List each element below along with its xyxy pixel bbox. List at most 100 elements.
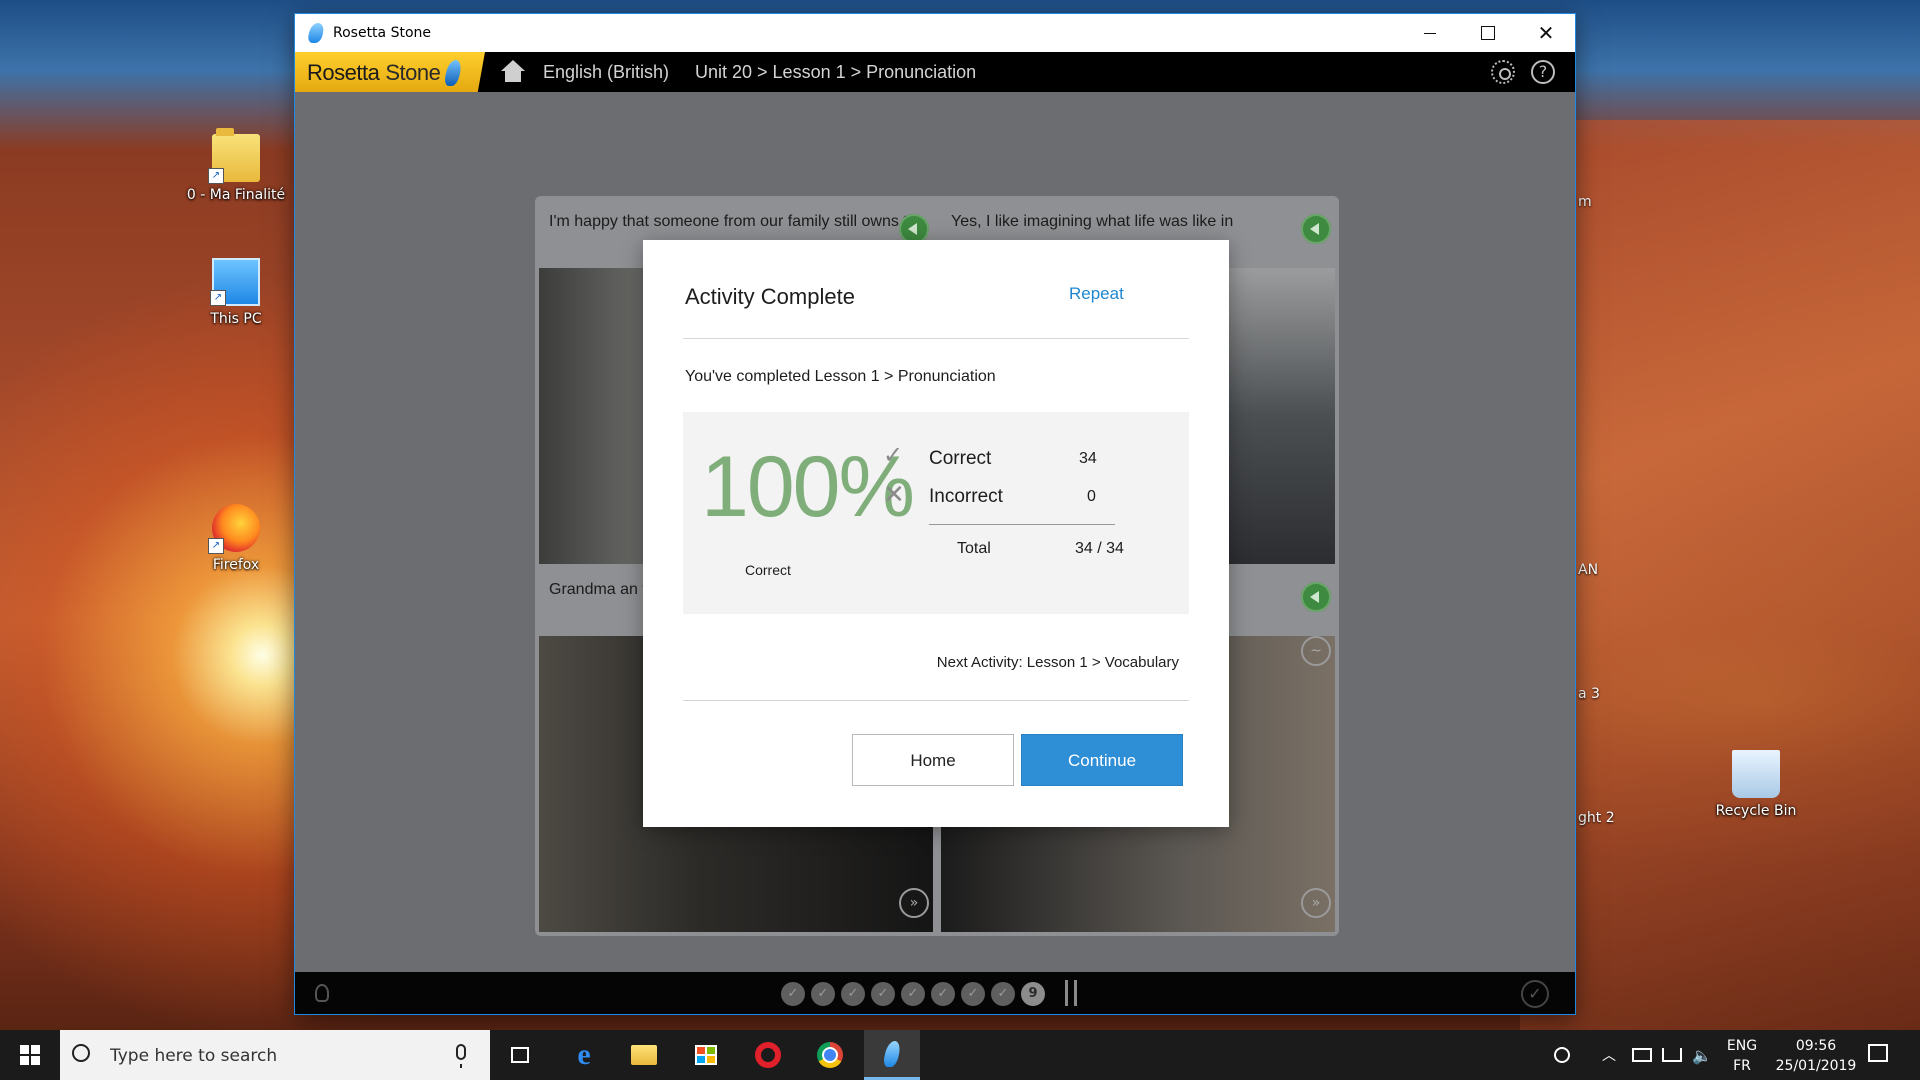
computer-icon: ↗ — [210, 258, 260, 306]
taskbar-edge[interactable]: e — [556, 1030, 612, 1080]
divider — [683, 700, 1189, 701]
progress-dot[interactable]: 9 — [1021, 982, 1045, 1006]
divider — [683, 338, 1189, 339]
network-icon[interactable] — [1662, 1030, 1682, 1080]
language-code: ENG — [1726, 1038, 1758, 1054]
desktop-icon-folder[interactable]: ↗ 0 - Ma Finalité — [186, 128, 286, 204]
desktop-icon-label: This PC — [210, 311, 262, 327]
desktop-icon-recycle-bin[interactable]: Recycle Bin — [1706, 750, 1806, 820]
next-arrow-icon[interactable]: » — [1301, 888, 1331, 918]
divider — [929, 524, 1115, 525]
speaker-icon[interactable] — [1301, 214, 1331, 244]
progress-dot[interactable]: ✓ — [781, 982, 805, 1006]
logo-text-stone: Stone — [385, 60, 441, 85]
volume-icon[interactable]: 🔈 — [1692, 1030, 1712, 1080]
check-circle-icon[interactable]: ✓ — [1521, 980, 1549, 1008]
shortcut-arrow-icon: ↗ — [208, 168, 224, 184]
window-titlebar[interactable]: Rosetta Stone ✕ — [295, 14, 1575, 52]
progress-dot[interactable]: ✓ — [961, 982, 985, 1006]
next-activity-text: Next Activity: Lesson 1 > Vocabulary — [936, 654, 1179, 671]
shortcut-arrow-icon: ↗ — [208, 538, 224, 554]
people-icon[interactable] — [1554, 1030, 1574, 1080]
continue-button[interactable]: Continue — [1021, 734, 1183, 786]
minimize-icon — [1424, 32, 1436, 34]
desktop-icon-label: Recycle Bin — [1715, 803, 1797, 819]
chrome-icon — [817, 1042, 843, 1068]
opera-icon — [755, 1042, 781, 1068]
completed-message: You've completed Lesson 1 > Pronunciatio… — [685, 368, 996, 385]
taskbar-store[interactable] — [678, 1030, 734, 1080]
dialog-title: Activity Complete — [685, 284, 855, 309]
progress-dot[interactable]: ✓ — [811, 982, 835, 1006]
progress-dot[interactable]: ✓ — [931, 982, 955, 1006]
score-panel: 100% Correct ✓ Correct 34 ✕ Incorrect 0 … — [683, 412, 1189, 614]
recycle-bin-icon — [1732, 750, 1780, 798]
input-language-indicator[interactable]: ENG FR — [1720, 1036, 1764, 1076]
cross-icon: ✕ — [883, 479, 905, 509]
progress-dot[interactable]: ✓ — [841, 982, 865, 1006]
desktop-icon-firefox[interactable]: ↗ Firefox — [186, 504, 286, 574]
taskbar-chrome[interactable] — [802, 1030, 858, 1080]
logo-text: Rosetta Stone — [301, 60, 441, 86]
notification-icon[interactable] — [1868, 1044, 1888, 1062]
taskbar-clock[interactable]: 09:56 25/01/2019 — [1770, 1036, 1862, 1076]
hint-bulb-icon[interactable] — [315, 984, 329, 1002]
chevron-up-icon[interactable]: ︿ — [1602, 1030, 1616, 1080]
maximize-icon — [1481, 26, 1495, 40]
file-explorer-icon — [631, 1045, 657, 1065]
total-label: Total — [957, 540, 991, 557]
correct-label: Correct — [929, 448, 992, 469]
close-icon: ✕ — [1537, 21, 1555, 45]
desktop-icon-this-pc[interactable]: ↗ This PC — [186, 258, 286, 328]
lesson-progress-bar: ✓ ✓ ✓ ✓ ✓ ✓ ✓ ✓ 9 ✓ — [295, 972, 1575, 1014]
shortcut-arrow-icon: ↗ — [210, 290, 226, 306]
start-button[interactable] — [0, 1030, 60, 1080]
speaker-icon[interactable] — [1301, 582, 1331, 612]
home-icon[interactable] — [501, 60, 525, 82]
help-icon[interactable]: ? — [1531, 60, 1555, 84]
task-view-button[interactable] — [492, 1030, 548, 1080]
window-title: Rosetta Stone — [333, 25, 432, 41]
breadcrumb-path[interactable]: Unit 20 > Lesson 1 > Pronunciation — [695, 62, 976, 83]
taskbar-rosetta-stone[interactable] — [864, 1030, 920, 1080]
close-button[interactable]: ✕ — [1517, 14, 1575, 52]
partial-desktop-icon-label: ght 2 — [1578, 810, 1615, 826]
taskbar-opera[interactable] — [740, 1030, 796, 1080]
taskbar: e ︿ 🔈 ENG FR 09:56 25/01/2019 — [0, 1030, 1920, 1080]
progress-dot[interactable]: ✓ — [871, 982, 895, 1006]
repeat-link[interactable]: Repeat — [1069, 284, 1124, 304]
gear-icon[interactable] — [1491, 60, 1515, 84]
search-input[interactable] — [108, 1042, 452, 1070]
taskbar-file-explorer[interactable] — [616, 1030, 672, 1080]
rosetta-stone-logo: Rosetta Stone — [295, 52, 485, 94]
desktop-icon-label: 0 - Ma Finalité — [186, 187, 286, 203]
taskbar-search[interactable] — [60, 1030, 490, 1080]
keyboard-layout: FR — [1733, 1058, 1751, 1074]
home-button[interactable]: Home — [852, 734, 1014, 786]
desktop-icon-label: Firefox — [212, 557, 260, 573]
partial-desktop-icon-label: AN — [1578, 562, 1599, 578]
incorrect-label: Incorrect — [929, 486, 1003, 507]
minimize-button[interactable] — [1401, 14, 1459, 52]
maximize-button[interactable] — [1459, 14, 1517, 52]
clock-time: 09:56 — [1795, 1038, 1837, 1054]
windows-logo-icon — [20, 1045, 40, 1065]
activity-complete-dialog: Activity Complete Repeat You've complete… — [643, 240, 1229, 827]
rosetta-stone-app-icon — [306, 23, 326, 43]
breadcrumb-language[interactable]: English (British) — [543, 62, 669, 83]
next-arrow-icon[interactable]: » — [899, 888, 929, 918]
pause-icon[interactable] — [1065, 980, 1077, 1006]
wave-icon[interactable]: ~ — [1301, 636, 1331, 666]
microphone-icon[interactable] — [456, 1044, 466, 1068]
logo-leaf-icon — [443, 60, 464, 86]
correct-value: 34 — [1079, 450, 1097, 467]
progress-dot[interactable]: ✓ — [901, 982, 925, 1006]
incorrect-value: 0 — [1087, 488, 1096, 505]
partial-desktop-icon-label: a 3 — [1578, 686, 1600, 702]
task-view-icon — [511, 1047, 529, 1063]
store-icon — [695, 1045, 717, 1065]
score-caption: Correct — [745, 562, 791, 578]
progress-dot[interactable]: ✓ — [991, 982, 1015, 1006]
rosetta-stone-icon — [882, 1040, 902, 1067]
battery-icon[interactable] — [1632, 1030, 1652, 1080]
